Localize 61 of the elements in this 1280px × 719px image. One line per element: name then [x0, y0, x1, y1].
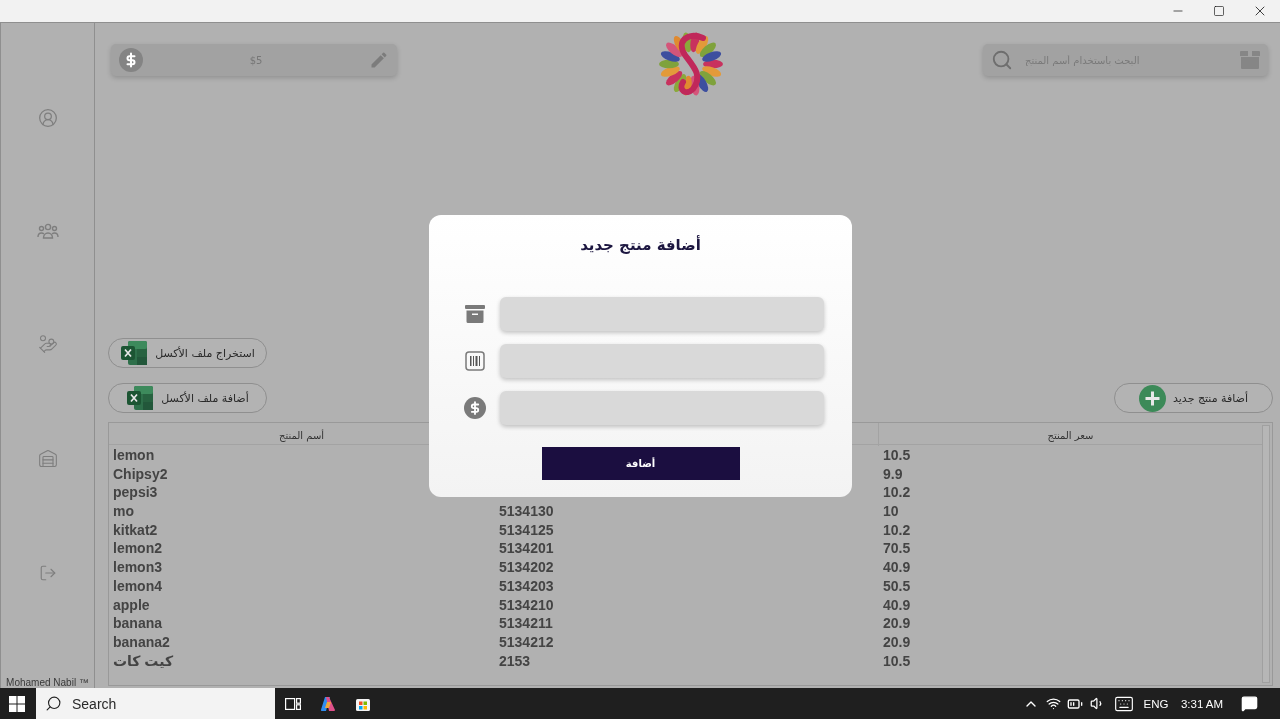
table-cell: lemon — [113, 447, 155, 463]
table-cell: lemon3 — [113, 559, 162, 576]
table-cell: 5134125 — [499, 521, 554, 538]
table-cell: banana — [113, 615, 162, 632]
column-header: سعر المنتج — [1047, 430, 1094, 441]
flower-logo — [656, 30, 725, 98]
table-cell: kitkat2 — [113, 521, 158, 538]
input-field[interactable] — [499, 344, 824, 378]
table-cell: 5134201 — [499, 540, 554, 557]
table-cell: 10.5 — [883, 652, 911, 669]
table-cell: 5134202 — [499, 559, 554, 576]
table-cell: lemon4 — [113, 577, 162, 594]
column-header: أسم المنتج — [278, 430, 325, 441]
table-cell: 5134212 — [499, 633, 554, 650]
excel-button[interactable]: أضافة ملف الأكسل — [108, 383, 267, 413]
search-icon — [45, 695, 62, 712]
excel-button[interactable]: استخراج ملف الأكسل — [108, 338, 267, 368]
author-credit: Mohamed Nabil ™ — [6, 677, 89, 688]
table-cell: 10 — [883, 503, 899, 520]
table-cell: pepsi3 — [113, 484, 158, 501]
maximize-icon[interactable] — [1212, 5, 1225, 17]
barcode-icon — [464, 351, 485, 371]
table-cell: 50.5 — [883, 577, 911, 594]
table-cell: lemon2 — [113, 540, 162, 557]
input-field[interactable] — [499, 297, 824, 331]
search-input[interactable]: Search — [70, 694, 275, 713]
table-cell: كيت كات — [113, 652, 174, 669]
table-cell: mo — [113, 503, 134, 520]
input-field[interactable] — [499, 391, 824, 425]
table-cell: 9.9 — [883, 465, 903, 482]
dollar-icon — [119, 48, 143, 72]
search-icon — [991, 49, 1013, 71]
table-cell: 20.9 — [883, 633, 911, 650]
table-cell: 5134203 — [499, 577, 554, 594]
table-cell: 5134211 — [499, 615, 553, 632]
taskbar-search-field[interactable]: Search — [36, 688, 275, 719]
table-cell: 10.2 — [883, 484, 911, 501]
table-cell: 40.9 — [883, 596, 911, 613]
table-cell: Chipsy2 — [113, 465, 168, 482]
dollar-icon — [463, 397, 486, 419]
language-indicator[interactable]: ENG — [1140, 697, 1172, 710]
plus-icon — [1139, 384, 1167, 412]
spreadsheet-icon — [120, 340, 149, 366]
table-cell: banana2 — [113, 633, 170, 650]
clock[interactable]: 3:31 AM — [1172, 697, 1232, 710]
table-cell: 5134210 — [499, 596, 554, 613]
add-button[interactable]: أضافة — [541, 447, 740, 480]
dialog-title: أضافة منتج جديد — [580, 234, 701, 256]
table-cell: apple — [113, 596, 150, 613]
add-product-button[interactable]: أضافة منتج جديد — [1114, 383, 1273, 413]
start-icon[interactable] — [9, 695, 25, 712]
table-cell: 10.5 — [883, 447, 911, 463]
table-cell: 5134130 — [499, 503, 554, 520]
spreadsheet-icon — [126, 385, 155, 411]
box-icon — [1240, 51, 1260, 69]
archive-box-icon — [464, 305, 485, 323]
table-cell: 2153 — [499, 652, 531, 669]
table-cell: 70.5 — [883, 540, 911, 557]
table-cell: 10.2 — [883, 521, 911, 538]
table-cell: 20.9 — [883, 615, 911, 632]
table-cell: 40.9 — [883, 559, 911, 576]
